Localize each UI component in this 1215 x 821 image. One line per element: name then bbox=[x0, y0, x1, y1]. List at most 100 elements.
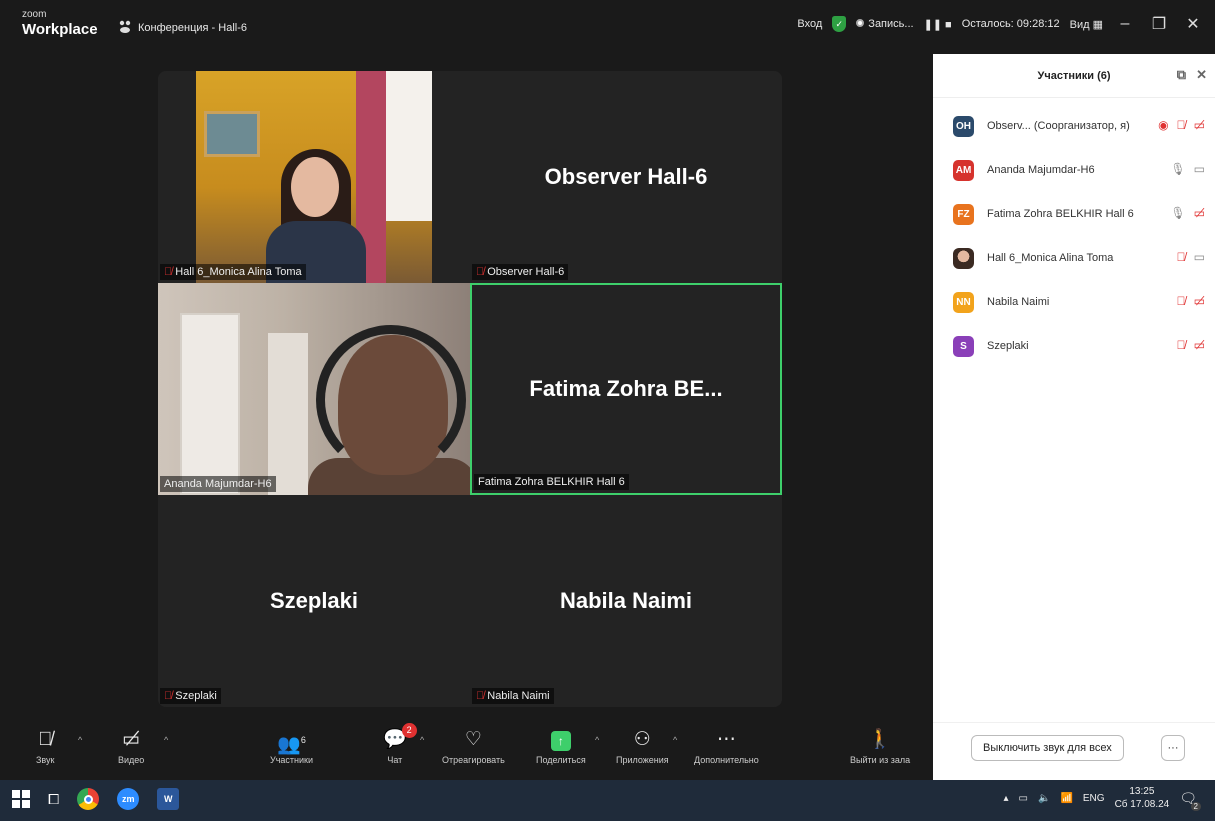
participant-row[interactable]: OH Observ... (Соорганизатор, я) ◉ 🎙̸ ▭̸ bbox=[933, 104, 1215, 148]
audio-button[interactable]: 🎙̸ Звук bbox=[36, 727, 54, 765]
more-label: Дополнительно bbox=[694, 755, 759, 765]
tile-name-tag: Fatima Zohra BELKHIR Hall 6 bbox=[474, 474, 629, 490]
participant-list: OH Observ... (Соорганизатор, я) ◉ 🎙̸ ▭̸ AM… bbox=[933, 98, 1215, 368]
participant-name: Observ... (Соорганизатор, я) bbox=[987, 120, 1130, 132]
pause-stop-recording-icon[interactable]: ❚❚ ■ bbox=[924, 18, 952, 31]
participant-row[interactable]: AM Ananda Majumdar-H6 🎙 ▭ bbox=[933, 148, 1215, 192]
audio-options-caret-icon[interactable]: ^ bbox=[78, 735, 82, 745]
mute-all-button[interactable]: Выключить звук для всех bbox=[971, 735, 1124, 761]
share-button[interactable]: ↑ Поделиться bbox=[536, 727, 586, 765]
windows-taskbar: ⧠ zm W ▴ ▭ 🔈 📶 ENG 13:25 Сб 17.08.24 🗨 2 bbox=[0, 780, 1215, 821]
volume-icon[interactable]: 🔈 bbox=[1038, 793, 1050, 804]
brand-large: Workplace bbox=[22, 21, 98, 38]
apps-icon: ⚇ bbox=[633, 729, 651, 750]
battery-icon[interactable]: ▭ bbox=[1019, 793, 1028, 804]
chat-unread-badge: 2 bbox=[401, 723, 417, 738]
record-dot-icon bbox=[856, 19, 865, 27]
avatar: AM bbox=[953, 159, 974, 181]
video-label: Видео bbox=[118, 755, 145, 765]
tile-name-tag: Ananda Majumdar-H6 bbox=[160, 476, 276, 492]
title-bar-right: Вход ✓ Запись... ❚❚ ■ Осталось: 09:28:12… bbox=[797, 14, 1215, 34]
participant-row[interactable]: Hall 6_Monica Alina Toma 🎙̸ ▭ bbox=[933, 236, 1215, 280]
minimize-icon[interactable]: – bbox=[1113, 15, 1137, 33]
tile-display-name: Szeplaki bbox=[269, 588, 359, 613]
participants-button[interactable]: 👥6 Участники bbox=[270, 727, 313, 765]
chat-label: Чат bbox=[387, 755, 403, 765]
more-button[interactable]: ⋯ Дополнительно bbox=[694, 727, 759, 765]
recording-icon: ◉ bbox=[1158, 118, 1169, 132]
apps-options-caret-icon[interactable]: ^ bbox=[673, 735, 677, 745]
conference-title-text: Конференция - Hall-6 bbox=[138, 21, 247, 34]
leave-room-icon: 🚶 bbox=[868, 729, 892, 750]
restore-icon[interactable]: ❐ bbox=[1147, 14, 1171, 34]
leave-label: Выйти из зала bbox=[850, 755, 911, 765]
participant-name: Ananda Majumdar-H6 bbox=[987, 164, 1095, 176]
security-shield-icon[interactable]: ✓ bbox=[832, 16, 847, 32]
network-icon[interactable]: 📶 bbox=[1060, 793, 1072, 804]
tile-display-name: Nabila Naimi bbox=[559, 588, 693, 613]
clock-time: 13:25 bbox=[1129, 786, 1155, 797]
participant-name: Fatima Zohra BELKHIR Hall 6 bbox=[987, 208, 1134, 220]
view-label: Вид bbox=[1069, 18, 1090, 31]
title-bar: zoom Workplace Конференция - Hall-6 Вход… bbox=[0, 0, 1215, 54]
video-options-caret-icon[interactable]: ^ bbox=[164, 735, 168, 745]
view-button[interactable]: Вид ▦ bbox=[1070, 18, 1103, 31]
participant-row[interactable]: NN Nabila Naimi 🎙̸ ▭̸ bbox=[933, 280, 1215, 324]
close-icon[interactable]: ✕ bbox=[1181, 14, 1205, 34]
muted-mic-icon: 🎙̸ bbox=[1176, 338, 1186, 352]
notifications-icon[interactable]: 🗨 2 bbox=[1179, 790, 1201, 811]
video-tile-nabila[interactable]: Nabila Naimi 🎙̸ Nabila Naimi bbox=[470, 495, 782, 707]
mic-icon: 🎙 bbox=[1170, 206, 1186, 220]
video-tile-fatima-active-speaker[interactable]: Fatima Zohra BE... Fatima Zohra BELKHIR … bbox=[470, 283, 782, 495]
muted-mic-icon: 🎙̸ bbox=[164, 690, 173, 702]
chat-options-caret-icon[interactable]: ^ bbox=[420, 735, 424, 745]
panel-title: Участники (6) bbox=[1037, 69, 1111, 82]
clock[interactable]: 13:25 Сб 17.08.24 bbox=[1115, 786, 1170, 811]
leave-room-button[interactable]: 🚶 Выйти из зала bbox=[850, 727, 910, 765]
participants-count: 6 bbox=[300, 735, 306, 745]
tile-name-tag: 🎙̸ Observer Hall-6 bbox=[472, 264, 569, 280]
avatar: NN bbox=[953, 291, 974, 313]
muted-mic-icon: 🎙̸ bbox=[164, 266, 173, 278]
zoom-window: zoom Workplace Конференция - Hall-6 Вход… bbox=[0, 0, 1215, 821]
share-options-caret-icon[interactable]: ^ bbox=[595, 735, 599, 745]
participant-row[interactable]: S Szeplaki 🎙̸ ▭̸ bbox=[933, 324, 1215, 368]
recording-indicator[interactable]: Запись... bbox=[856, 18, 914, 30]
more-options-button[interactable]: ··· bbox=[1161, 735, 1185, 761]
conference-icon bbox=[118, 19, 132, 36]
task-view-icon[interactable]: ⧠ bbox=[48, 791, 59, 808]
chat-icon: 💬 2 bbox=[383, 723, 417, 753]
apps-button[interactable]: ⚇ Приложения bbox=[616, 727, 669, 765]
video-tile-szeplaki[interactable]: Szeplaki 🎙̸ Szeplaki bbox=[158, 495, 470, 707]
video-tile-ananda[interactable]: Ananda Majumdar-H6 bbox=[158, 283, 470, 495]
chat-button[interactable]: 💬 2 Чат bbox=[383, 723, 417, 765]
tile-name: Hall 6_Monica Alina Toma bbox=[175, 266, 302, 278]
chrome-icon[interactable] bbox=[77, 788, 100, 810]
tile-name-tag: 🎙̸ Nabila Naimi bbox=[472, 688, 554, 704]
video-tile-monica[interactable]: 🎙̸ Hall 6_Monica Alina Toma bbox=[158, 71, 470, 283]
video-button[interactable]: ▭̸ Видео bbox=[118, 727, 144, 765]
panel-header: Участники (6) ⧉ ✕ bbox=[933, 54, 1215, 98]
language-indicator[interactable]: ENG bbox=[1083, 793, 1105, 804]
participant-row[interactable]: FZ Fatima Zohra BELKHIR Hall 6 🎙 ▭̸ bbox=[933, 192, 1215, 236]
tile-name-tag: 🎙̸ Hall 6_Monica Alina Toma bbox=[160, 264, 306, 280]
muted-mic-icon: 🎙̸ bbox=[1176, 118, 1186, 132]
muted-mic-icon: 🎙̸ bbox=[476, 690, 485, 702]
meeting-toolbar: 🎙̸ Звук ^ ▭̸ Видео ^ 👥6 Участники 💬 2 Чат… bbox=[0, 721, 933, 780]
conference-title[interactable]: Конференция - Hall-6 bbox=[118, 19, 247, 36]
react-button[interactable]: ♡ Отреагировать bbox=[442, 727, 505, 765]
pop-out-icon[interactable]: ⧉ bbox=[1177, 67, 1186, 83]
video-tile-observer[interactable]: Observer Hall-6 🎙̸ Observer Hall-6 bbox=[470, 71, 782, 283]
tray-up-arrow-icon[interactable]: ▴ bbox=[1004, 793, 1009, 804]
windows-start-icon[interactable] bbox=[12, 790, 30, 808]
word-app-icon[interactable]: W bbox=[157, 788, 180, 810]
close-panel-icon[interactable]: ✕ bbox=[1196, 67, 1207, 83]
zoom-app-icon[interactable]: zm bbox=[117, 788, 140, 810]
tile-name: Observer Hall-6 bbox=[487, 266, 565, 278]
muted-mic-icon: 🎙̸ bbox=[1176, 250, 1186, 264]
participant-name: Nabila Naimi bbox=[987, 296, 1050, 308]
mic-icon: 🎙 bbox=[1170, 162, 1186, 176]
login-button[interactable]: Вход bbox=[797, 18, 822, 30]
brand-small: zoom bbox=[22, 9, 47, 20]
tile-name: Nabila Naimi bbox=[487, 690, 550, 702]
